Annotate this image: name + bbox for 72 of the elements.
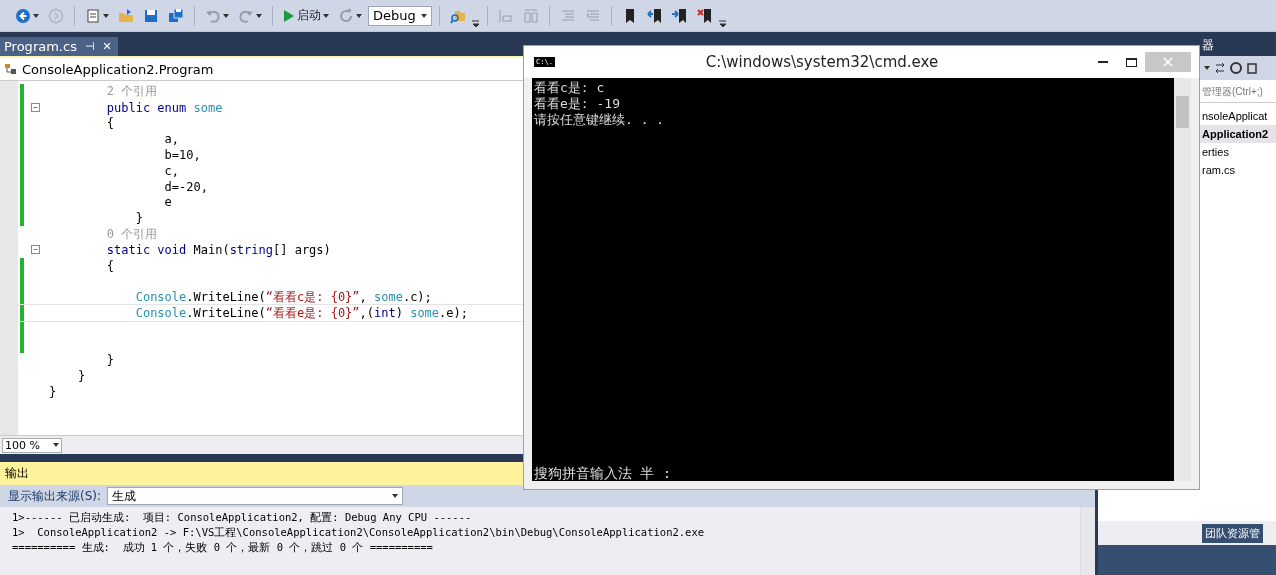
tree-item[interactable]: erties <box>1202 146 1229 158</box>
class-icon <box>4 63 18 75</box>
code-line: public enum some <box>105 100 223 115</box>
code-line: d=-20, <box>163 179 208 194</box>
navigation-text: ConsoleApplication2.Program <box>22 61 214 77</box>
pin-icon[interactable]: ⊣ <box>84 40 95 53</box>
caret-icon <box>421 13 427 18</box>
caret-icon <box>223 13 229 18</box>
code-line: { <box>105 258 115 273</box>
code-line: } <box>134 211 143 226</box>
toolbar-icon <box>143 7 159 24</box>
code-line: b=10, <box>163 148 201 163</box>
project-node[interactable]: Application2 <box>1202 128 1268 140</box>
console-line: 请按任意键继续. . . <box>534 112 666 128</box>
code-line: 0 个引用 <box>105 225 158 243</box>
scroll-bar[interactable] <box>1080 507 1095 575</box>
search-field[interactable]: 管理器(Ctrl+;) <box>1202 85 1272 97</box>
caret-icon <box>356 13 362 18</box>
code-line: } <box>48 385 57 400</box>
start-button[interactable]: 启动 <box>280 5 332 26</box>
code-line: 2 个引用 <box>105 83 158 101</box>
caret-icon <box>33 13 39 18</box>
code-line: Console.WriteLine(“看看e是: {0}”,(int) some.e); <box>134 304 468 322</box>
code-line: c, <box>163 163 180 178</box>
scroll-thumb[interactable] <box>1176 96 1189 128</box>
code-line: Console.WriteLine(“看看c是: {0}”, some.c); <box>134 288 432 306</box>
code-line: } <box>105 353 115 368</box>
zoom-dropdown[interactable]: 100 % <box>2 437 62 453</box>
toolbar-icon <box>672 7 688 24</box>
toolbar-icon <box>523 7 539 24</box>
caret-icon <box>256 13 262 18</box>
toolbar-icon <box>85 7 101 24</box>
panel-title: 输出 <box>5 465 29 482</box>
source-dropdown[interactable]: 生成 <box>107 487 404 505</box>
toolbar-icon <box>48 7 64 24</box>
output-line: 1>------ 已启动生成: 项目: ConsoleApplication2, 配置: Debug Any CPU ------ <box>12 510 473 525</box>
play-icon <box>283 8 295 23</box>
ime-status: 搜狗拼音输入法 半 : <box>534 465 673 481</box>
code-line: { <box>105 116 115 131</box>
output-line: 1> ConsoleApplication2 -> F:\VS工程\ConsoleApplication2\ConsoleApplication2\bin\Debug\ConsoleApplication2.exe <box>12 525 706 540</box>
toolbar-icon <box>15 7 31 24</box>
toolbar-icon <box>338 7 354 24</box>
navigation-bar[interactable]: ConsoleApplication2.Program <box>0 56 523 81</box>
caret-icon <box>53 443 59 447</box>
code-line: static void Main(string[] args) <box>105 242 331 257</box>
panel-tab[interactable]: 团队资源管 <box>1202 523 1263 543</box>
caret-icon <box>392 494 399 498</box>
console-line: 看看c是: c <box>534 80 606 96</box>
toolbar-icon <box>585 7 601 24</box>
code-line: } <box>76 369 86 384</box>
code-line: a, <box>163 132 180 147</box>
toolbar-icon <box>647 7 663 24</box>
console-line: 看看e是: -19 <box>534 96 621 112</box>
toolbar-icon <box>168 7 184 24</box>
solution-node[interactable]: nsoleApplicat <box>1202 110 1268 122</box>
caret-icon <box>103 13 109 18</box>
tree-item[interactable]: ram.cs <box>1202 164 1235 176</box>
window-title: C:\windows\system32\cmd.exe <box>704 53 940 71</box>
toolbar-icon <box>697 7 713 24</box>
code-line: e <box>163 195 172 210</box>
file-tab[interactable]: Program.cs ⊣ ✕ <box>0 37 118 56</box>
caret-icon <box>323 13 329 18</box>
toolbar-icon <box>118 7 134 24</box>
panel-title: 器 <box>1202 37 1214 54</box>
source-label: 显示输出来源(S): <box>8 487 102 505</box>
collapse-icon[interactable] <box>31 103 40 113</box>
configuration-dropdown[interactable]: Debug <box>368 5 432 26</box>
close-icon[interactable]: ✕ <box>102 40 112 53</box>
output-line: ========== 生成: 成功 1 个，失败 0 个，最新 0 个，跳过 0 个 ========== <box>12 540 434 555</box>
toolbar-icon <box>560 7 576 24</box>
toolbar-icon <box>498 7 514 24</box>
collapse-icon[interactable] <box>31 245 40 255</box>
